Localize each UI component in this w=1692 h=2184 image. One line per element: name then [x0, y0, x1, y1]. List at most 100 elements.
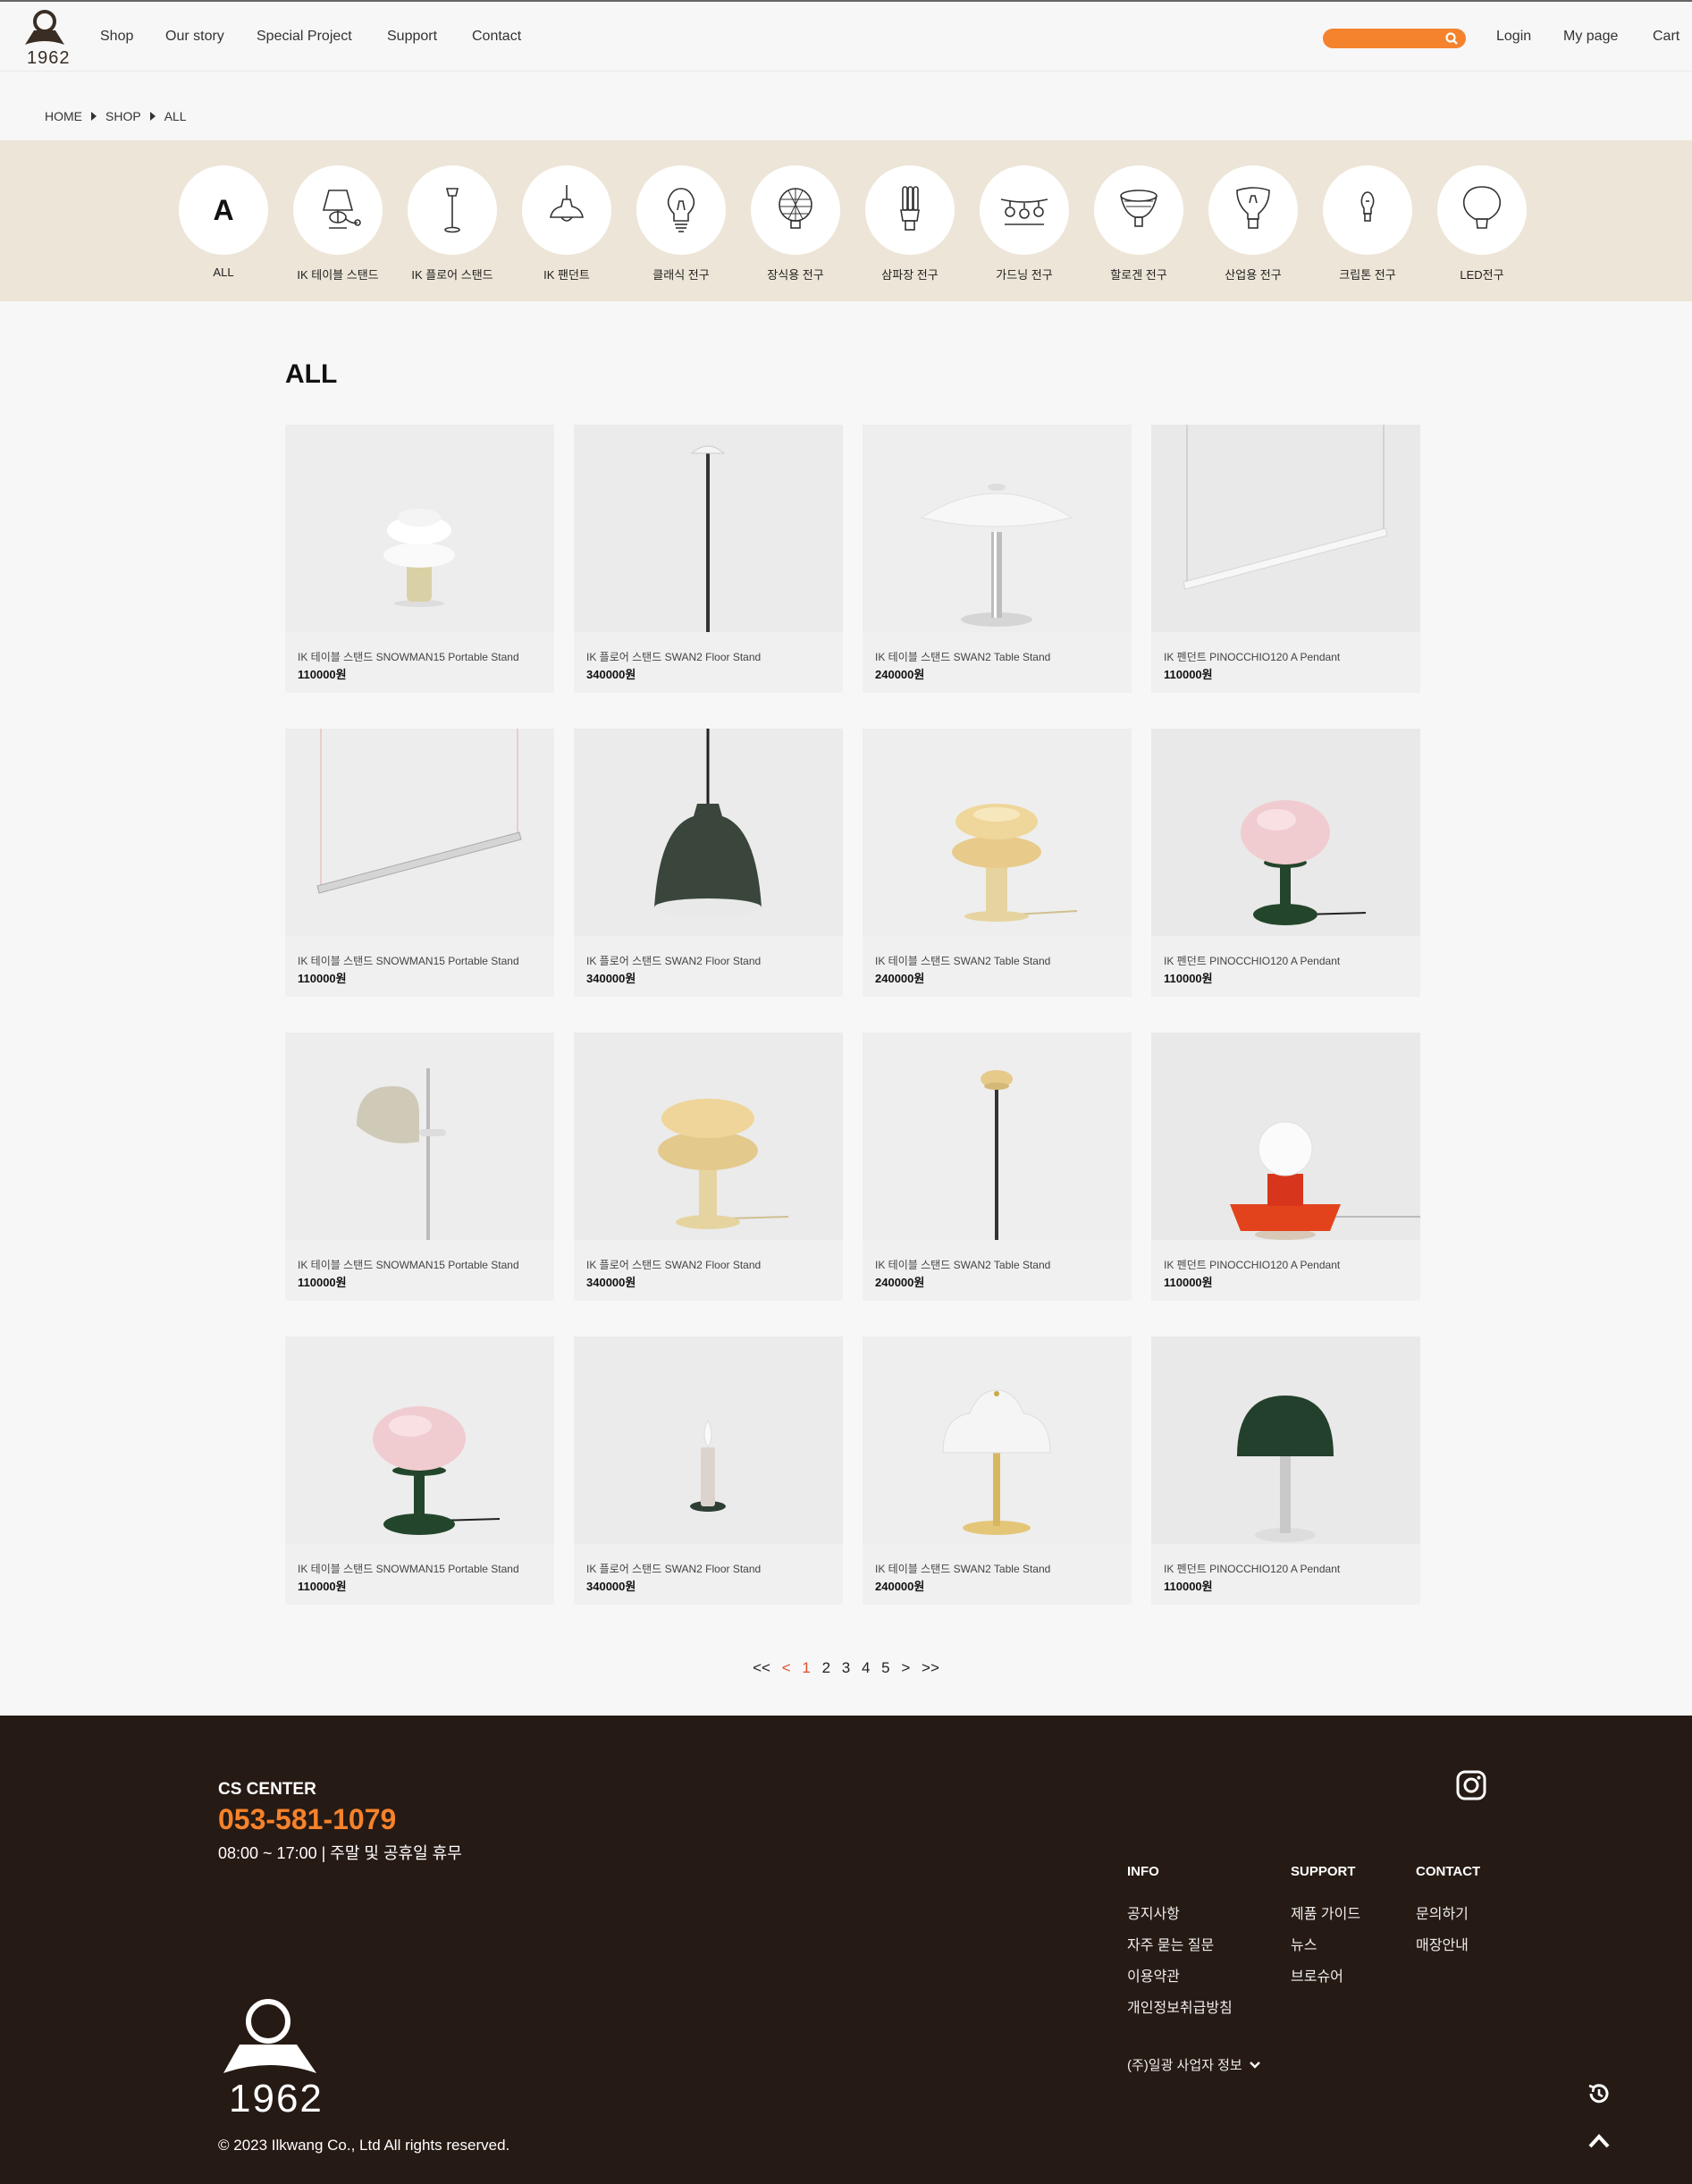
- footer-link-faq[interactable]: 자주 묻는 질문: [1127, 1933, 1214, 1954]
- product-card[interactable]: IK 테이블 스탠드 SWAN2 Table Stand 240000원: [863, 425, 1132, 693]
- breadcrumb-home[interactable]: HOME: [45, 109, 82, 123]
- company-info-label: (주)일광 사업자 정보: [1127, 2058, 1242, 2073]
- breadcrumb-all[interactable]: ALL: [164, 109, 187, 123]
- search-input[interactable]: [1323, 29, 1466, 48]
- nav-contact[interactable]: Contact: [472, 29, 521, 45]
- pagination-next[interactable]: >: [901, 1659, 910, 1677]
- product-name[interactable]: IK 펜던트 PINOCCHIO120 A Pendant: [1164, 953, 1340, 968]
- history-icon[interactable]: [1586, 2080, 1612, 2107]
- nav-shop[interactable]: Shop: [100, 29, 133, 45]
- breadcrumb-shop[interactable]: SHOP: [105, 109, 141, 123]
- product-card[interactable]: IK 테이블 스탠드 SNOWMAN15 Portable Stand 11000…: [285, 1337, 554, 1605]
- product-name[interactable]: IK 테이블 스탠드 SWAN2 Table Stand: [875, 953, 1050, 968]
- product-image[interactable]: [285, 425, 554, 632]
- product-name[interactable]: IK 플로어 스탠드 SWAN2 Floor Stand: [586, 1257, 761, 1272]
- pagination-page-1[interactable]: 1: [802, 1659, 810, 1677]
- product-card[interactable]: IK 테이블 스탠드 SWAN2 Table Stand 240000원: [863, 1033, 1132, 1301]
- footer-link-terms[interactable]: 이용약관: [1127, 1964, 1180, 1986]
- product-name[interactable]: IK 테이블 스탠드 SWAN2 Table Stand: [875, 1561, 1050, 1576]
- category-6[interactable]: 삼파장 전구: [865, 165, 955, 282]
- product-image[interactable]: [285, 1337, 554, 1544]
- product-card[interactable]: IK 펜던트 PINOCCHIO120 A Pendant 110000원: [1151, 1337, 1420, 1605]
- product-name[interactable]: IK 펜던트 PINOCCHIO120 A Pendant: [1164, 1561, 1340, 1576]
- nav-support[interactable]: Support: [387, 29, 437, 45]
- category-3[interactable]: IK 팬던트: [522, 165, 611, 282]
- product-card[interactable]: IK 테이블 스탠드 SWAN2 Table Stand 240000원: [863, 729, 1132, 997]
- login-link[interactable]: Login: [1496, 29, 1531, 45]
- pagination-page-4[interactable]: 4: [862, 1659, 870, 1677]
- pagination-prev[interactable]: <: [782, 1659, 791, 1677]
- product-name[interactable]: IK 펜던트 PINOCCHIO120 A Pendant: [1164, 1257, 1340, 1272]
- category-2[interactable]: IK 플로어 스탠드: [408, 165, 497, 282]
- footer-link-guide[interactable]: 제품 가이드: [1291, 1902, 1360, 1923]
- product-card[interactable]: IK 테이블 스탠드 SNOWMAN15 Portable Stand 11000…: [285, 425, 554, 693]
- product-image[interactable]: [863, 1033, 1132, 1240]
- product-image[interactable]: [285, 729, 554, 936]
- footer-link-store[interactable]: 매장안내: [1416, 1933, 1469, 1954]
- product-image[interactable]: [863, 1337, 1132, 1544]
- my-page-link[interactable]: My page: [1563, 29, 1618, 45]
- product-card[interactable]: IK 펜던트 PINOCCHIO120 A Pendant 110000원: [1151, 729, 1420, 997]
- product-card[interactable]: IK 플로어 스탠드 SWAN2 Floor Stand 340000원: [574, 729, 843, 997]
- product-card[interactable]: IK 펜던트 PINOCCHIO120 A Pendant 110000원: [1151, 425, 1420, 693]
- company-info-toggle[interactable]: (주)일광 사업자 정보: [1127, 2055, 1260, 2074]
- product-name[interactable]: IK 테이블 스탠드 SWAN2 Table Stand: [875, 1257, 1050, 1272]
- pagination-page-2[interactable]: 2: [822, 1659, 830, 1677]
- product-name[interactable]: IK 테이블 스탠드 SNOWMAN15 Portable Stand: [298, 649, 519, 664]
- product-name[interactable]: IK 플로어 스탠드 SWAN2 Floor Stand: [586, 649, 761, 664]
- product-price: 240000원: [875, 668, 925, 681]
- product-name[interactable]: IK 테이블 스탠드 SNOWMAN15 Portable Stand: [298, 953, 519, 968]
- category-5[interactable]: 장식용 전구: [751, 165, 840, 282]
- product-image[interactable]: [574, 425, 843, 632]
- product-card[interactable]: IK 플로어 스탠드 SWAN2 Floor Stand 340000원: [574, 425, 843, 693]
- category-4[interactable]: 클래식 전구: [636, 165, 726, 282]
- product-name[interactable]: IK 테이블 스탠드 SWAN2 Table Stand: [875, 649, 1050, 664]
- logo[interactable]: 1962: [21, 9, 72, 68]
- category-1[interactable]: IK 테이블 스탠드: [293, 165, 383, 282]
- footer-link-brochure[interactable]: 브로슈어: [1291, 1964, 1343, 1986]
- product-card[interactable]: IK 테이블 스탠드 SNOWMAN15 Portable Stand 11000…: [285, 1033, 554, 1301]
- product-price: 240000원: [875, 1276, 925, 1289]
- pagination-first[interactable]: <<: [753, 1659, 770, 1677]
- scroll-top-icon[interactable]: [1587, 2132, 1611, 2150]
- instagram-icon[interactable]: [1455, 1769, 1487, 1801]
- footer-link-inquiry[interactable]: 문의하기: [1416, 1902, 1469, 1923]
- pagination-page-3[interactable]: 3: [842, 1659, 850, 1677]
- product-image[interactable]: [1151, 425, 1420, 632]
- product-name[interactable]: IK 테이블 스탠드 SNOWMAN15 Portable Stand: [298, 1561, 519, 1576]
- product-image[interactable]: [1151, 1033, 1420, 1240]
- product-card[interactable]: IK 테이블 스탠드 SNOWMAN15 Portable Stand 11000…: [285, 729, 554, 997]
- product-image[interactable]: [285, 1033, 554, 1240]
- product-card[interactable]: IK 테이블 스탠드 SWAN2 Table Stand 240000원: [863, 1337, 1132, 1605]
- category-0[interactable]: A ALL: [179, 165, 268, 279]
- product-image[interactable]: [574, 729, 843, 936]
- product-card[interactable]: IK 플로어 스탠드 SWAN2 Floor Stand 340000원: [574, 1033, 843, 1301]
- product-image[interactable]: [574, 1033, 843, 1240]
- pagination-last[interactable]: >>: [922, 1659, 939, 1677]
- footer-link-news[interactable]: 뉴스: [1291, 1933, 1317, 1954]
- category-10[interactable]: 크립톤 전구: [1323, 165, 1412, 282]
- linear-pendant-image: [1183, 425, 1388, 590]
- category-9[interactable]: 산업용 전구: [1208, 165, 1298, 282]
- product-image[interactable]: [574, 1337, 843, 1544]
- product-name[interactable]: IK 플로어 스탠드 SWAN2 Floor Stand: [586, 1561, 761, 1576]
- product-card[interactable]: IK 플로어 스탠드 SWAN2 Floor Stand 340000원: [574, 1337, 843, 1605]
- product-image[interactable]: [863, 729, 1132, 936]
- product-name[interactable]: IK 펜던트 PINOCCHIO120 A Pendant: [1164, 649, 1340, 664]
- category-11[interactable]: LED전구: [1437, 165, 1527, 282]
- footer-link-notice[interactable]: 공지사항: [1127, 1902, 1180, 1923]
- cart-link[interactable]: Cart: [1653, 29, 1679, 45]
- search-icon[interactable]: [1444, 31, 1459, 46]
- nav-special-project[interactable]: Special Project: [257, 29, 352, 45]
- product-name[interactable]: IK 테이블 스탠드 SNOWMAN15 Portable Stand: [298, 1257, 519, 1272]
- nav-our-story[interactable]: Our story: [165, 29, 224, 45]
- category-7[interactable]: 가드닝 전구: [980, 165, 1069, 282]
- product-card[interactable]: IK 펜던트 PINOCCHIO120 A Pendant 110000원: [1151, 1033, 1420, 1301]
- pagination-page-5[interactable]: 5: [881, 1659, 889, 1677]
- product-image[interactable]: [863, 425, 1132, 632]
- footer-link-privacy[interactable]: 개인정보취급방침: [1127, 1995, 1233, 2017]
- product-image[interactable]: [1151, 1337, 1420, 1544]
- category-8[interactable]: 할로겐 전구: [1094, 165, 1183, 282]
- product-image[interactable]: [1151, 729, 1420, 936]
- product-name[interactable]: IK 플로어 스탠드 SWAN2 Floor Stand: [586, 953, 761, 968]
